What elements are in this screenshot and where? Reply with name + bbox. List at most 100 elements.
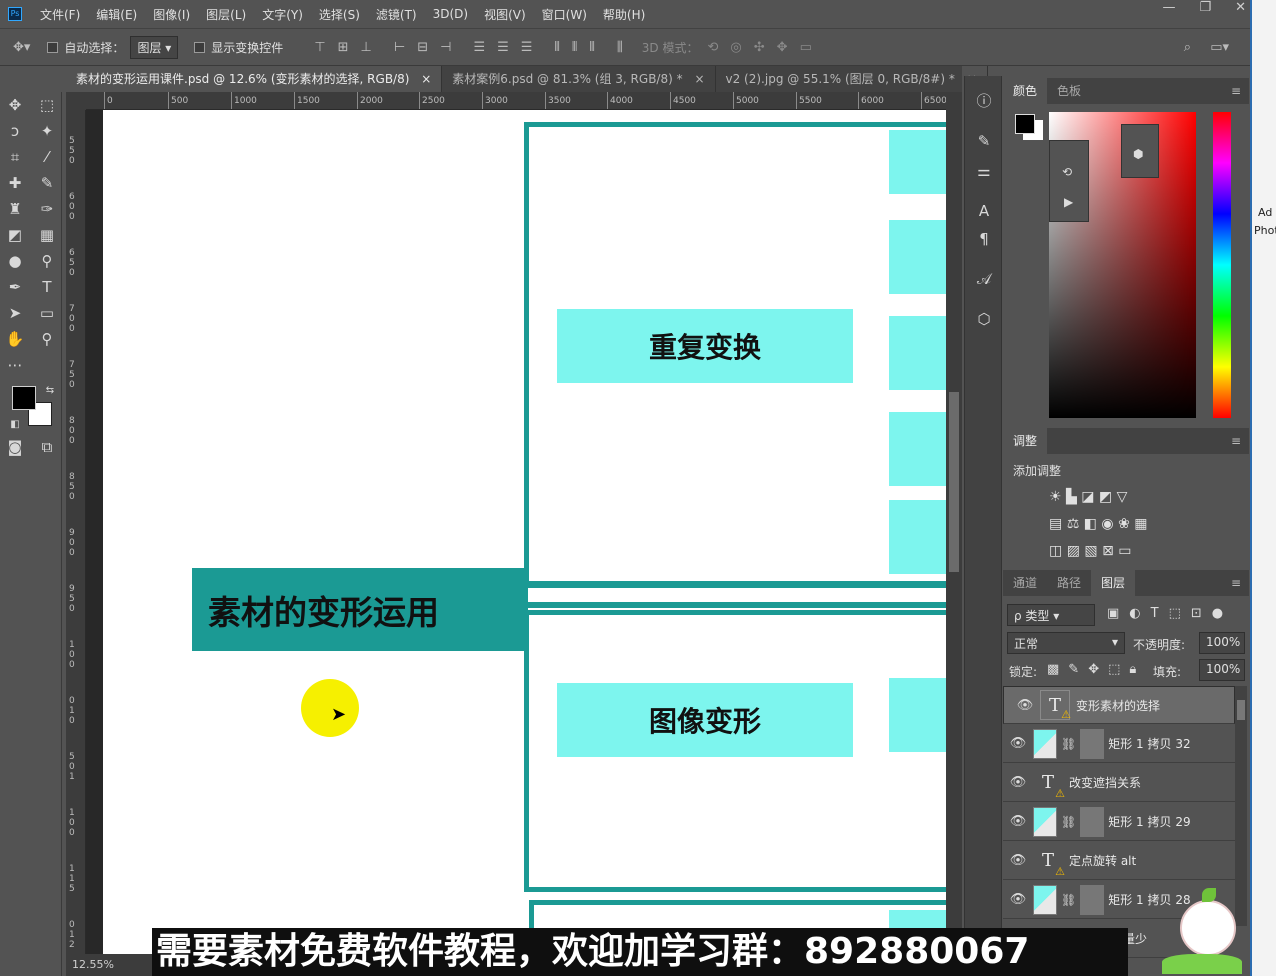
vertical-ruler[interactable]: 5506006507007508008509009501000105011001… xyxy=(66,110,86,954)
3d-orbit-icon[interactable]: ⟲ xyxy=(705,40,722,55)
color-lookup-icon[interactable]: ▦ xyxy=(1134,516,1147,532)
3d-scale-icon[interactable]: ▭ xyxy=(797,40,815,55)
photo-filter-icon[interactable]: ◉ xyxy=(1101,516,1118,532)
magic-wand-icon[interactable]: ✦ xyxy=(35,120,59,142)
rectangle-icon[interactable]: ▭ xyxy=(35,302,59,324)
auto-select-dropdown[interactable]: 图层 ▾ xyxy=(130,35,179,59)
lock-pixels-icon[interactable]: ✎ xyxy=(1068,662,1088,677)
align-top-icon[interactable]: ⊤ xyxy=(311,40,328,55)
distribute-left-icon[interactable]: ⫴ xyxy=(551,40,562,55)
move-icon[interactable]: ✥▾ xyxy=(10,40,33,55)
layer-row[interactable]: 👁︎ T ⚠ 改变遮挡关系 xyxy=(1003,764,1235,802)
brush-icon[interactable]: ✎ xyxy=(35,172,59,194)
gradient-map-icon[interactable]: ▭ xyxy=(1118,543,1131,559)
properties-icon[interactable]: ⚌ xyxy=(973,160,995,182)
tab-document-3[interactable]: v2 (2).jpg @ 55.1% (图层 0, RGB/8#) * × xyxy=(716,66,988,92)
crop-icon[interactable]: ⌗ xyxy=(3,146,27,168)
channel-mixer-icon[interactable]: ❀ xyxy=(1118,516,1134,532)
tab-paths[interactable]: 路径 xyxy=(1047,570,1091,596)
eyedropper-icon[interactable]: ⁄ xyxy=(35,146,59,168)
3d-slide-icon[interactable]: ✥ xyxy=(774,40,791,55)
menu-help[interactable]: 帮助(H) xyxy=(595,6,653,23)
filter-smart-icon[interactable]: ⊡ xyxy=(1191,606,1212,621)
visibility-eye-icon[interactable]: 👁︎ xyxy=(1010,698,1040,713)
info-icon[interactable]: ⓘ xyxy=(973,90,995,112)
minimize-button[interactable]: — xyxy=(1162,0,1175,20)
lasso-icon[interactable]: ↄ xyxy=(3,120,27,142)
3d-icon[interactable]: ⬡ xyxy=(973,308,995,330)
align-hcenter-icon[interactable]: ⊟ xyxy=(414,40,431,55)
curves-icon[interactable]: ◪ xyxy=(1081,489,1099,505)
dodge-icon[interactable]: ⚲ xyxy=(35,250,59,272)
character-icon[interactable]: A xyxy=(973,200,995,222)
tab-document-2[interactable]: 素材案例6.psd @ 81.3% (组 3, RGB/8) * × xyxy=(442,66,716,92)
menu-window[interactable]: 窗口(W) xyxy=(534,6,595,23)
type-icon[interactable]: T xyxy=(35,276,59,298)
document-canvas[interactable]: 重复变换 图像变形 素材的变形运用 ➤ xyxy=(103,110,946,954)
3d-pan-icon[interactable]: ✣ xyxy=(751,40,768,55)
horizontal-ruler[interactable]: 0 500 1000 1500 2000 2500 3000 3500 4000… xyxy=(86,92,946,110)
lock-artboard-icon[interactable]: ⬚ xyxy=(1108,662,1129,677)
menu-edit[interactable]: 编辑(E) xyxy=(88,6,145,23)
layer-row[interactable]: 👁︎ T ⚠ 变形素材的选择 xyxy=(1003,686,1235,724)
play-icon[interactable]: ▶ xyxy=(1064,195,1073,209)
hue-sat-icon[interactable]: ▤ xyxy=(1049,516,1067,532)
auto-select-checkbox[interactable] xyxy=(47,41,59,53)
blend-mode-dropdown[interactable]: 正常 ▾ xyxy=(1007,632,1125,654)
tab-close-icon[interactable]: × xyxy=(421,72,431,86)
visibility-eye-icon[interactable]: 👁︎ xyxy=(1003,775,1033,790)
panel-menu-icon[interactable]: ≡ xyxy=(1231,576,1241,590)
quick-mask-icon[interactable]: ◙ xyxy=(3,436,27,458)
show-transform-checkbox[interactable] xyxy=(194,41,206,53)
tab-channels[interactable]: 通道 xyxy=(1003,570,1047,596)
healing-icon[interactable]: ✚ xyxy=(3,172,27,194)
distribute-hcenter-icon[interactable]: ⫴ xyxy=(569,40,580,55)
exposure-icon[interactable]: ◩ xyxy=(1099,489,1117,505)
clone-stamp-icon[interactable]: ♜ xyxy=(3,198,27,220)
panel-menu-icon[interactable]: ≡ xyxy=(1231,434,1241,448)
align-bottom-icon[interactable]: ⊥ xyxy=(358,40,375,55)
filter-shape-icon[interactable]: ⬚ xyxy=(1169,606,1191,621)
lock-all-icon[interactable]: 🔒︎ xyxy=(1129,662,1145,677)
menu-image[interactable]: 图像(I) xyxy=(145,6,198,23)
paragraph-icon[interactable]: ¶ xyxy=(973,228,995,250)
lock-transparent-icon[interactable]: ▩ xyxy=(1047,662,1068,677)
color-balance-icon[interactable]: ⚖ xyxy=(1067,516,1084,532)
layer-row[interactable]: 👁︎ ⛓︎ 矩形 1 拷贝 32 xyxy=(1003,725,1235,763)
pen-icon[interactable]: ✒ xyxy=(3,276,27,298)
tab-close-icon[interactable]: × xyxy=(694,72,704,86)
search-icon[interactable]: ⌕ xyxy=(1181,40,1194,55)
vertical-scrollbar[interactable] xyxy=(946,92,962,954)
glyphs-icon[interactable]: 𝒜 xyxy=(973,268,995,290)
tab-document-1[interactable]: 素材的变形运用课件.psd @ 12.6% (变形素材的选择, RGB/8) × xyxy=(66,66,443,92)
foreground-color-swatch[interactable] xyxy=(12,386,36,410)
3d-roll-icon[interactable]: ◎ xyxy=(727,40,744,55)
hand-icon[interactable]: ✋ xyxy=(3,328,27,350)
filter-adjust-icon[interactable]: ◐ xyxy=(1129,606,1150,621)
align-left-icon[interactable]: ⊢ xyxy=(391,40,408,55)
adjust-title[interactable]: 调整 xyxy=(1003,428,1048,454)
filter-toggle-icon[interactable]: ● xyxy=(1212,606,1233,621)
swap-colors-icon[interactable]: ⇆ xyxy=(38,380,62,402)
menu-3d[interactable]: 3D(D) xyxy=(425,7,476,21)
layer-row[interactable]: 👁︎ T ⚠ 定点旋转 alt xyxy=(1003,842,1235,880)
menu-file[interactable]: 文件(F) xyxy=(32,6,88,23)
tab-swatches[interactable]: 色板 xyxy=(1047,78,1091,104)
brightness-icon[interactable]: ☀ xyxy=(1049,489,1066,505)
close-button[interactable]: ✕ xyxy=(1235,0,1246,20)
menu-layer[interactable]: 图层(L) xyxy=(198,6,254,23)
auto-align-icon[interactable]: ⫼ xyxy=(614,40,626,55)
threshold-icon[interactable]: ▧ xyxy=(1084,543,1102,559)
path-select-icon[interactable]: ➤ xyxy=(3,302,27,324)
menu-select[interactable]: 选择(S) xyxy=(311,6,368,23)
history-brush-icon[interactable]: ✑ xyxy=(35,198,59,220)
layer-row[interactable]: 👁︎ ⛓︎ 矩形 1 拷贝 29 xyxy=(1003,803,1235,841)
menu-view[interactable]: 视图(V) xyxy=(476,6,534,23)
posterize-icon[interactable]: ▨ xyxy=(1067,543,1085,559)
visibility-eye-icon[interactable]: 👁︎ xyxy=(1003,736,1033,751)
restore-button[interactable]: ❐ xyxy=(1199,0,1211,20)
more-tools-icon[interactable]: ⋯ xyxy=(3,354,27,376)
distribute-bottom-icon[interactable]: ☰ xyxy=(518,40,536,55)
selective-color-icon[interactable]: ⊠ xyxy=(1102,543,1118,559)
distribute-right-icon[interactable]: ⫴ xyxy=(586,40,597,55)
